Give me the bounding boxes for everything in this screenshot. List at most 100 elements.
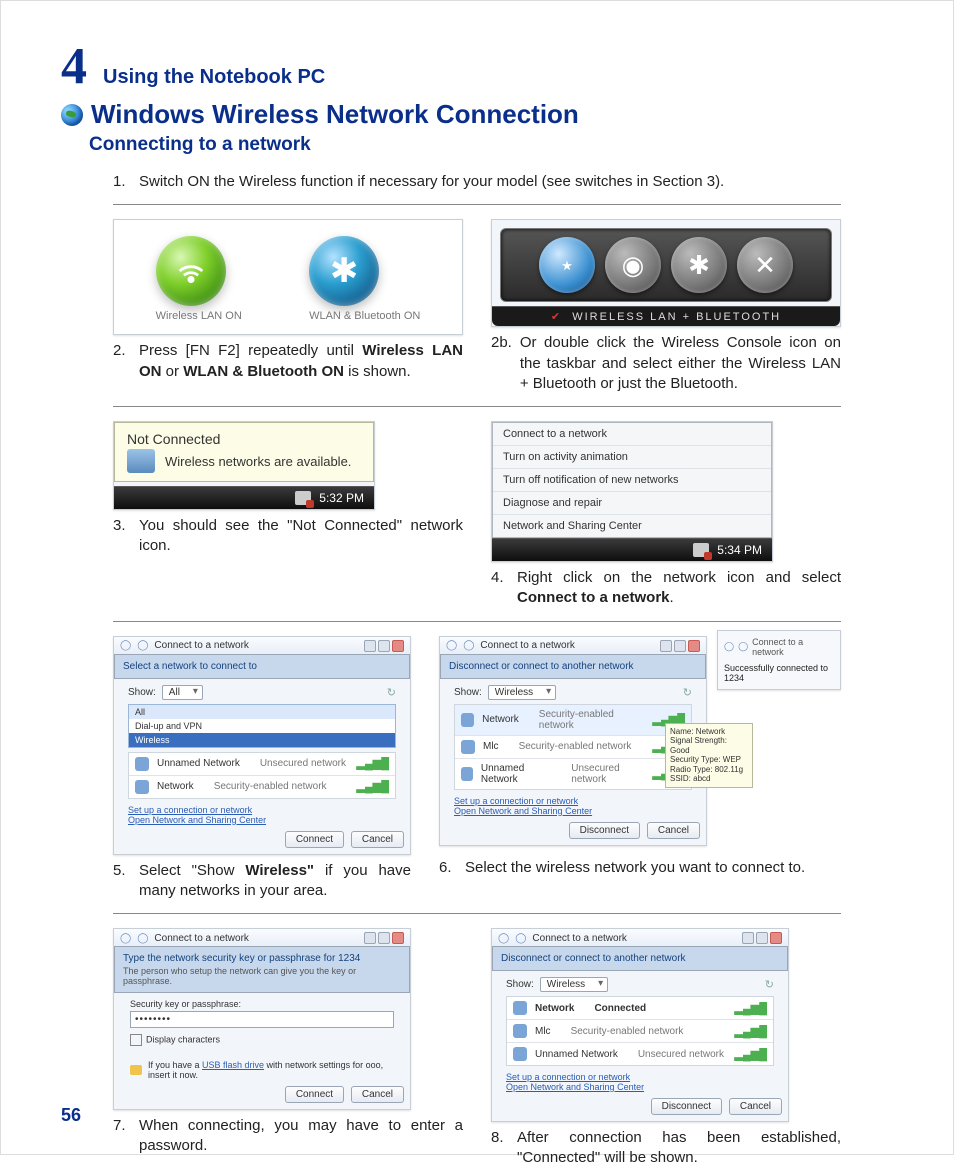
step-number: 3. (113, 516, 131, 557)
window-title: Connect to a network (480, 640, 575, 651)
osd-off-icon: ✕ (737, 237, 793, 293)
taskbar: 5:34 PM (492, 538, 772, 561)
step-number: 8. (491, 1128, 509, 1169)
bluetooth-on-icon: ✱ (309, 236, 379, 306)
dialog-legend: Type the network security key or passphr… (114, 946, 410, 993)
figure-select-network: ◯◯ Connect to a network Disconnect or co… (439, 636, 707, 846)
osd-bt-icon: ✱ (671, 237, 727, 293)
section-title: Windows Wireless Network Connection (91, 99, 579, 130)
chapter-number: 4 (61, 41, 87, 93)
step-number: 6. (439, 858, 457, 878)
step-number: 7. (113, 1116, 131, 1157)
step-text: Or double click the Wireless Console ico… (520, 333, 841, 394)
chapter-title: Using the Notebook PC (103, 66, 325, 89)
subsection-title: Connecting to a network (89, 134, 893, 156)
clock: 5:32 PM (319, 491, 364, 505)
step-6: 6. Select the wireless network you want … (439, 858, 841, 878)
osd-wlan-icon: ◉ (605, 237, 661, 293)
window-title: Connect to a network (154, 640, 249, 651)
dropdown-option: Wireless (129, 733, 395, 747)
cancel-button: Cancel (729, 1098, 782, 1115)
show-select: Wireless (488, 685, 556, 700)
dialog-legend: Select a network to connect to (114, 654, 410, 679)
connect-button: Connect (285, 831, 344, 848)
disconnect-button: Disconnect (569, 822, 640, 839)
step-text: You should see the "Not Connected" netwo… (139, 516, 463, 557)
separator (113, 406, 841, 407)
osd-caption: ✔ WIRELESS LAN + BLUETOOTH (492, 306, 840, 326)
figure-not-connected: Not Connected Wireless networks are avai… (113, 421, 375, 510)
step-number: 2b. (491, 333, 512, 394)
window-icon: ◯ (137, 640, 148, 651)
chapter-header: 4 Using the Notebook PC (61, 41, 893, 93)
figure-password: ◯◯ Connect to a network Type the network… (113, 928, 411, 1110)
network-tray-icon (295, 491, 311, 505)
usb-icon (130, 1065, 142, 1075)
taskbar: 5:32 PM (114, 486, 374, 509)
step-8: 8. After connection has been established… (491, 1128, 841, 1169)
network-icon (127, 449, 155, 473)
back-icon: ◯ (120, 640, 131, 651)
connect-button: Connect (285, 1086, 344, 1103)
success-msg: Successfully connected to 1234 (724, 663, 834, 683)
figure-wireless-icons: Wireless LAN ON ✱ WLAN & Bluetooth ON (113, 219, 463, 335)
step-5: 5. Select "Show Wireless" if you have ma… (113, 861, 411, 902)
window-title: Connect to a network (154, 933, 249, 944)
step-7: 7. When connecting, you may have to ente… (113, 1116, 463, 1157)
cancel-button: Cancel (351, 831, 404, 848)
step-text: Select "Show Wireless" if you have many … (139, 861, 411, 902)
step-3: 3. You should see the "Not Connected" ne… (113, 516, 463, 557)
step-2: 2. Press [FN F2] repeatedly until Wirele… (113, 341, 463, 382)
step-text: When connecting, you may have to enter a… (139, 1116, 463, 1157)
tooltip-msg: Wireless networks are available. (165, 454, 351, 469)
step-text: Press [FN F2] repeatedly until Wireless … (139, 341, 463, 382)
step-2b: 2b. Or double click the Wireless Console… (491, 333, 841, 394)
figure-context-menu: Connect to a network Turn on activity an… (491, 421, 773, 562)
icon-caption: WLAN & Bluetooth ON (309, 310, 420, 322)
tooltip-title: Not Connected (127, 431, 361, 447)
step-number: 5. (113, 861, 131, 902)
separator (113, 621, 841, 622)
show-select: Wireless (540, 977, 608, 992)
window-title: Connect to a network (532, 933, 627, 944)
figure-show-wireless: ◯ ◯ Connect to a network Select a networ… (113, 636, 411, 855)
step-text: Right click on the network icon and sele… (517, 568, 841, 609)
step-1: 1. Switch ON the Wireless function if ne… (113, 172, 841, 192)
icon-caption: Wireless LAN ON (156, 310, 242, 322)
osd-wlan-bt-icon: ⋆ (539, 237, 595, 293)
show-label: Show: (128, 687, 156, 698)
step-text: After connection has been established, "… (517, 1128, 841, 1169)
menu-item: Diagnose and repair (493, 492, 771, 515)
step-number: 1. (113, 172, 131, 192)
figure-success-popup: ◯◯ Connect to a network Successfully con… (717, 630, 841, 690)
cancel-button: Cancel (647, 822, 700, 839)
menu-item: Network and Sharing Center (493, 515, 771, 537)
step-text: Select the wireless network you want to … (465, 858, 841, 878)
dropdown-option: Dial-up and VPN (129, 719, 395, 733)
link-sharing-center: Open Network and Sharing Center (128, 815, 396, 825)
figure-connected: ◯◯ Connect to a network Disconnect or co… (491, 928, 789, 1122)
page-number: 56 (61, 1105, 81, 1126)
disconnect-button: Disconnect (651, 1098, 722, 1115)
show-select: All (162, 685, 203, 700)
separator (113, 913, 841, 914)
menu-item: Turn off notification of new networks (493, 469, 771, 492)
cancel-button: Cancel (351, 1086, 404, 1103)
step-4: 4. Right click on the network icon and s… (491, 568, 841, 609)
network-tray-icon (693, 543, 709, 557)
password-field: •••••••• (130, 1011, 394, 1028)
step-number: 4. (491, 568, 509, 609)
dialog-legend: Disconnect or connect to another network (492, 946, 788, 971)
menu-item: Turn on activity animation (493, 446, 771, 469)
wireless-lan-on-icon (156, 236, 226, 306)
step-number: 2. (113, 341, 131, 382)
section-header: Windows Wireless Network Connection (61, 99, 893, 130)
dropdown-option: All (129, 705, 395, 719)
figure-osd: ⋆ ◉ ✱ ✕ ✔ WIRELESS LAN + BLUETOOTH (491, 219, 841, 327)
step-text: Switch ON the Wireless function if neces… (139, 172, 841, 192)
menu-item: Connect to a network (493, 423, 771, 446)
link-setup: Set up a connection or network (128, 805, 396, 815)
clock: 5:34 PM (717, 543, 762, 557)
password-label: Security key or passphrase: (130, 999, 394, 1009)
dialog-legend: Disconnect or connect to another network (440, 654, 706, 679)
